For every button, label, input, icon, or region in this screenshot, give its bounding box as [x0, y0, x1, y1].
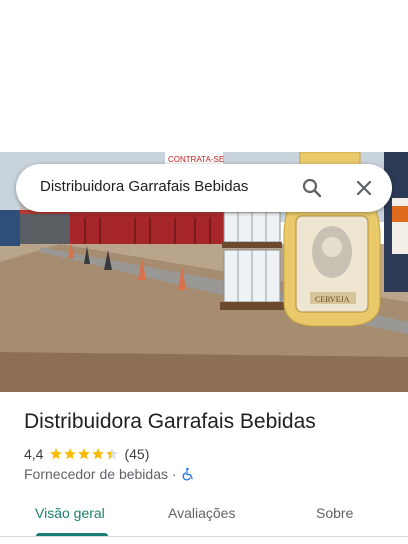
search-icon[interactable]	[300, 176, 324, 200]
tab-divider	[0, 536, 408, 537]
star-icon	[78, 448, 91, 460]
bottle-label: CERVEJA	[315, 295, 350, 304]
category-row: Fornecedor de bebidas ·	[24, 465, 195, 483]
search-input[interactable]: Distribuidora Garrafais Bebidas	[40, 178, 248, 195]
tab-reviews[interactable]: Avaliações	[168, 505, 235, 521]
star-icon	[106, 448, 119, 460]
tab-about[interactable]: Sobre	[316, 505, 353, 521]
separator-dot: ·	[172, 466, 177, 482]
review-count[interactable]: (45)	[124, 446, 149, 462]
star-rating	[49, 447, 119, 461]
map-blank-area	[0, 0, 408, 152]
search-bar[interactable]: Distribuidora Garrafais Bebidas	[16, 164, 392, 212]
tab-overview[interactable]: Visão geral	[35, 505, 105, 521]
tab-bar: Visão geral Avaliações Sobre	[0, 493, 408, 536]
wheelchair-icon	[181, 467, 195, 481]
sign-text: CONTRATA-SE	[168, 155, 224, 164]
place-title: Distribuidora Garrafais Bebidas	[24, 410, 316, 433]
category-label: Fornecedor de bebidas	[24, 466, 168, 482]
rating-row[interactable]: 4,4 (45)	[24, 445, 149, 463]
close-icon[interactable]	[352, 176, 376, 200]
star-icon	[50, 448, 63, 460]
star-icon	[92, 448, 105, 460]
star-icon	[64, 448, 77, 460]
rating-value: 4,4	[24, 446, 44, 462]
